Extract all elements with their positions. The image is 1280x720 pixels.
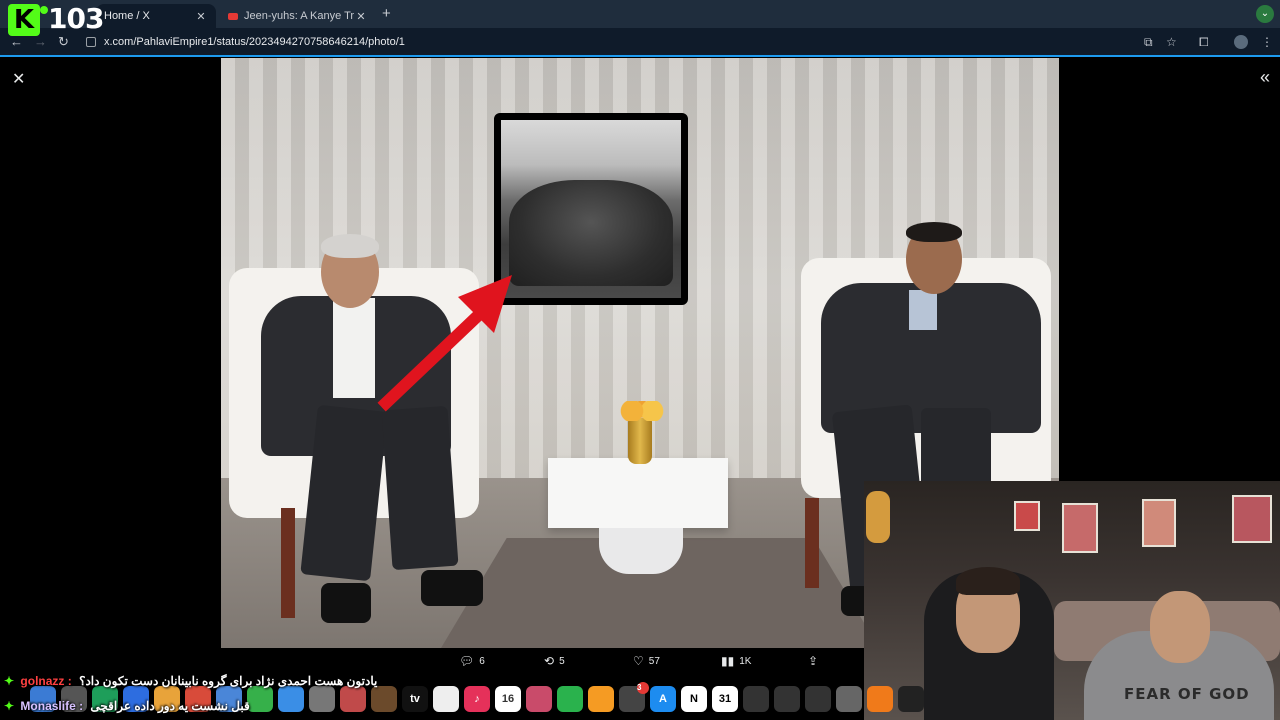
chair-leg — [805, 498, 819, 588]
install-app-icon[interactable]: ⧉ — [1144, 35, 1153, 50]
bookmark-star-icon[interactable]: ☆ — [1166, 35, 1177, 49]
browser-menu-icon[interactable]: ⋮ — [1261, 35, 1273, 49]
live-dot-icon — [40, 6, 48, 14]
calendar-icon[interactable]: 16 — [495, 686, 521, 712]
coffee-table-base — [599, 528, 683, 574]
site-info-icon[interactable] — [86, 37, 96, 47]
reply-count: 6 — [479, 655, 485, 667]
extensions-icon[interactable]: ⧠ — [1199, 35, 1209, 50]
url-field[interactable]: x.com/PahlaviEmpire1/status/202349427075… — [104, 36, 405, 48]
chat-username: Monaslife : — [20, 699, 84, 713]
app-icon[interactable] — [433, 686, 459, 712]
forward-icon[interactable]: → — [34, 34, 47, 49]
chatgpt-icon[interactable]: 3 — [619, 682, 649, 712]
settings-icon[interactable] — [309, 686, 335, 712]
chat-message: ✦ golnazz : یادتون هست احمدی نژاد برای گ… — [4, 674, 377, 688]
app-icon[interactable] — [743, 686, 769, 712]
kick-logo: K — [8, 4, 40, 36]
unity-icon[interactable] — [805, 686, 831, 712]
viewer-count: 103 — [48, 2, 104, 35]
notes-icon[interactable] — [371, 686, 397, 712]
heart-icon: ♡ — [633, 654, 644, 668]
wall-poster — [1232, 495, 1272, 543]
repost-count: 5 — [559, 655, 565, 667]
reply-button[interactable]: 💬︎ 6 — [459, 654, 485, 668]
chat-text: یادتون هست احمدی نژاد برای گروه نابینانا… — [79, 674, 378, 688]
close-tab-icon[interactable]: ✕ — [194, 10, 208, 23]
repost-button[interactable]: ⟲ 5 — [544, 654, 565, 668]
app-store-icon[interactable]: A — [650, 686, 676, 712]
tab-search-icon[interactable]: ⌄ — [1256, 5, 1274, 23]
notion-icon[interactable]: N — [681, 686, 707, 712]
reload-icon[interactable]: ↻ — [58, 34, 69, 50]
tab-jeen-yuhs[interactable]: Jeen-yuhs: A Kanye Trilogy | ✕ — [220, 4, 376, 28]
tab-x-home[interactable]: Home / X ✕ — [96, 4, 216, 28]
music-icon[interactable]: ♪ — [464, 686, 490, 712]
app-icon[interactable] — [774, 686, 800, 712]
chat-username: golnazz : — [20, 674, 72, 688]
app-icon[interactable] — [340, 686, 366, 712]
fl-studio-icon[interactable] — [867, 686, 893, 712]
new-tab-button[interactable]: + — [382, 5, 391, 22]
wall-poster — [1014, 501, 1040, 531]
calendar-day: 31 — [718, 693, 732, 705]
wall-poster — [1062, 503, 1098, 553]
app-icon[interactable] — [526, 686, 552, 712]
coffee-table — [548, 458, 728, 528]
tab-label: Jeen-yuhs: A Kanye Trilogy | — [244, 10, 354, 22]
app-icon[interactable] — [836, 686, 862, 712]
messages-icon[interactable] — [247, 686, 273, 712]
webcam-overlay: FEAR OF GOD — [864, 481, 1280, 720]
close-tab-icon[interactable]: ✕ — [354, 10, 368, 23]
notification-badge: 3 — [637, 682, 649, 694]
wall-poster — [1142, 499, 1176, 547]
share-icon: ⇪ — [808, 654, 819, 668]
red-arrow-icon — [377, 275, 512, 412]
view-count: 1K — [739, 655, 752, 667]
collapse-sidebar-icon[interactable]: « — [1260, 67, 1270, 88]
pages-icon[interactable] — [588, 686, 614, 712]
facetime-icon[interactable] — [278, 686, 304, 712]
capcut-icon[interactable] — [898, 686, 924, 712]
profile-avatar[interactable] — [1234, 35, 1248, 49]
chat-text: قبل نشست یه دور داده عراقچی — [90, 699, 250, 713]
gold-vase — [628, 418, 652, 464]
guest-face — [1150, 591, 1210, 663]
youtube-icon — [228, 12, 238, 20]
numbers-icon[interactable] — [557, 686, 583, 712]
views-button[interactable]: ▮▮ 1K — [721, 654, 751, 668]
streamer-hair — [956, 567, 1020, 595]
flowers — [617, 401, 667, 421]
close-icon[interactable]: ✕ — [12, 69, 25, 89]
hoodie-text: FEAR OF GOD — [1124, 685, 1250, 703]
repost-icon: ⟲ — [544, 654, 555, 668]
screen: Home / X ✕ Jeen-yuhs: A Kanye Trilogy | … — [0, 0, 1280, 720]
chair-leg — [281, 508, 295, 618]
chat-badge-icon: ✦ — [4, 674, 15, 688]
tab-label: Home / X — [104, 10, 150, 22]
like-button[interactable]: ♡ 57 — [633, 654, 660, 668]
chat-message: ✦ Monaslife : قبل نشست یه دور داده عراقچ… — [4, 699, 250, 713]
apple-tv-label: tv — [410, 693, 420, 705]
browser-tab-bar: Home / X ✕ Jeen-yuhs: A Kanye Trilogy | … — [0, 0, 1280, 28]
back-icon[interactable]: ← — [10, 34, 23, 49]
calendar-day: 16 — [501, 693, 515, 705]
apple-tv-icon[interactable]: tv — [402, 686, 428, 712]
guitar — [866, 491, 890, 543]
notion-calendar-icon[interactable]: 31 — [712, 686, 738, 712]
chat-badge-icon: ✦ — [4, 699, 15, 713]
analytics-icon: ▮▮ — [721, 654, 735, 668]
address-bar: ← → ↻ x.com/PahlaviEmpire1/status/202349… — [0, 28, 1280, 56]
reply-icon: 💬︎ — [459, 654, 475, 668]
like-count: 57 — [648, 655, 660, 667]
share-button[interactable]: ⇪ — [808, 654, 823, 668]
